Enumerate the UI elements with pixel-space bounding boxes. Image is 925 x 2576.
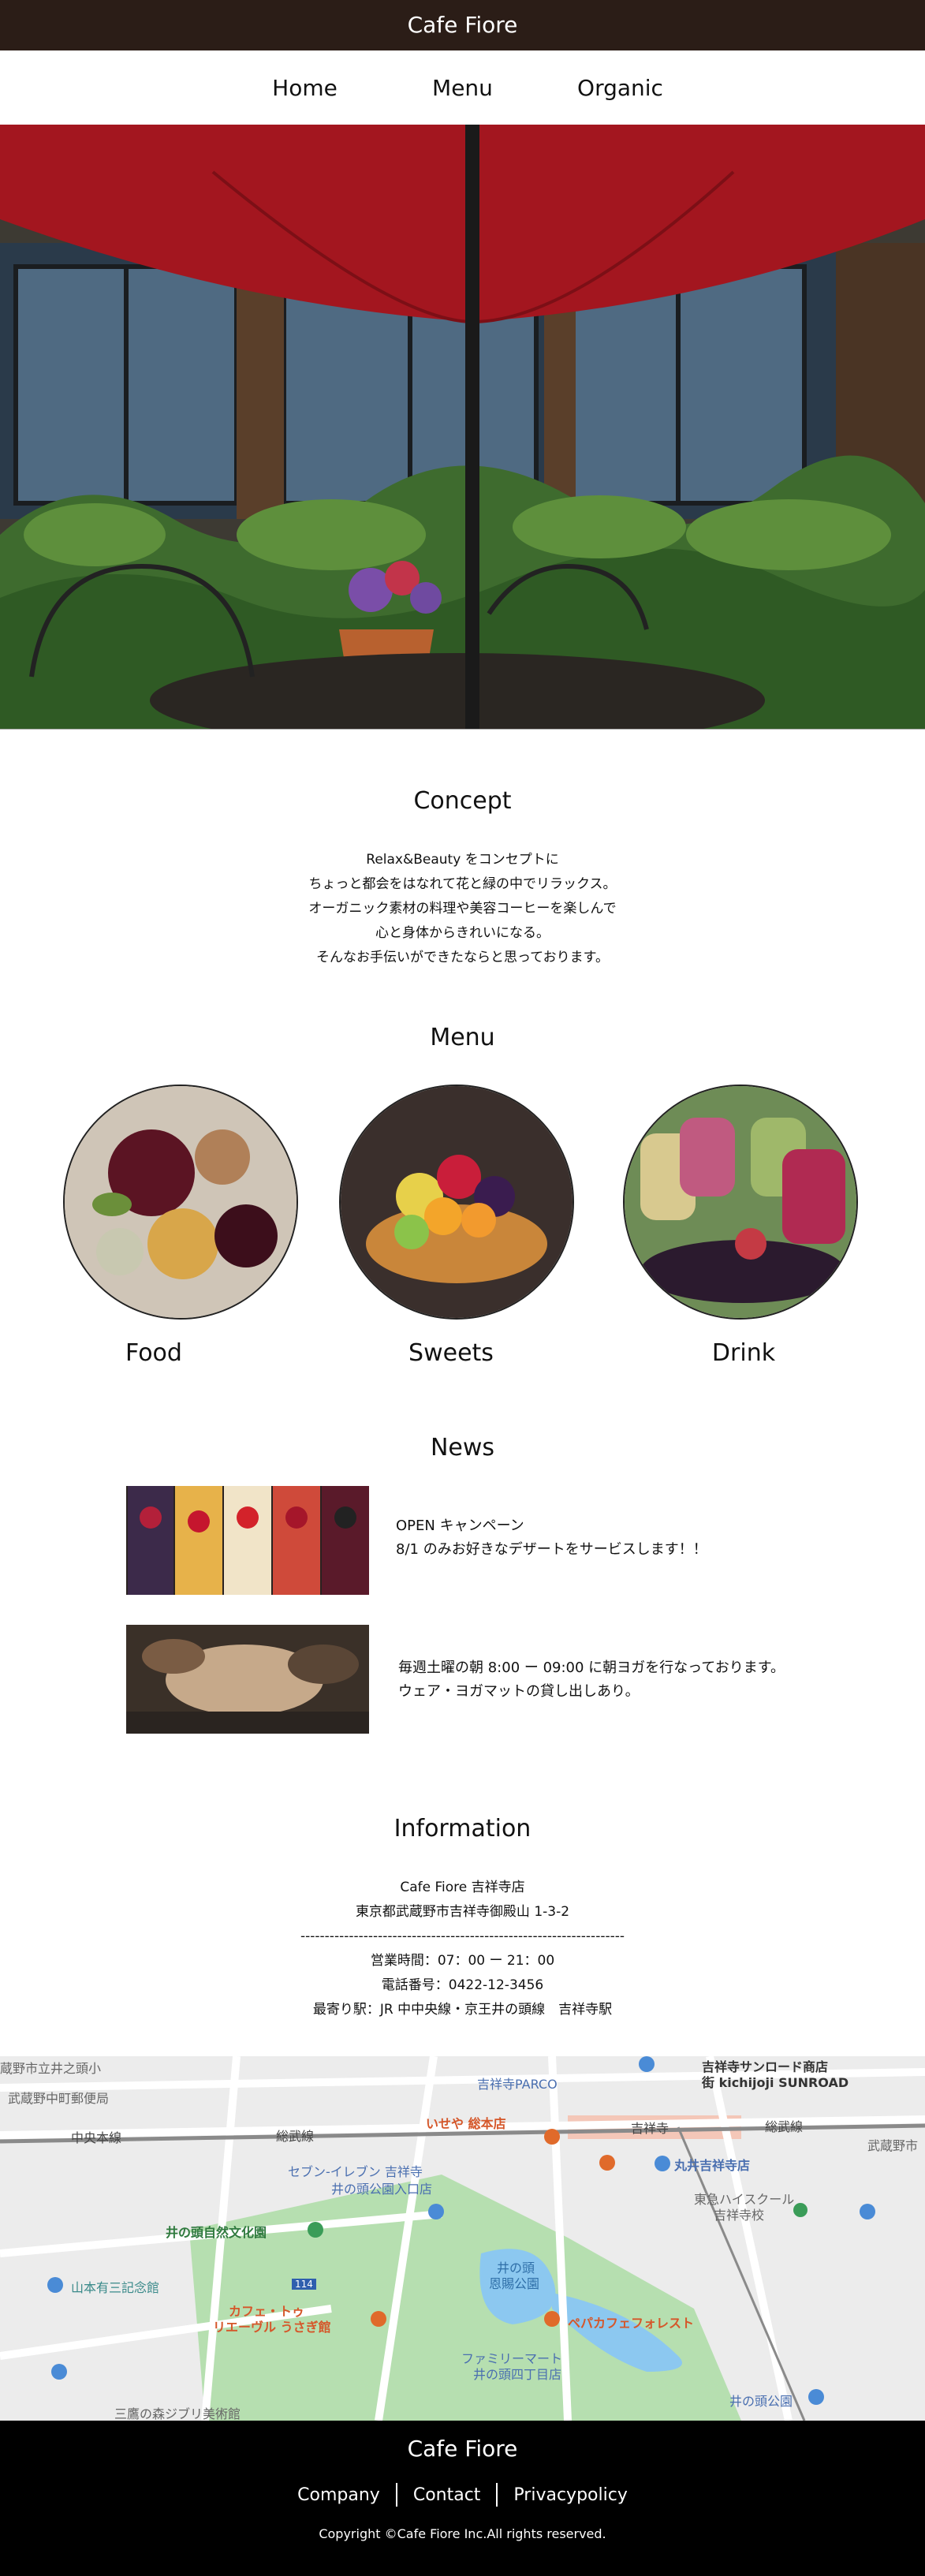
map-label: 山本有三記念館 (71, 2280, 160, 2295)
map-label: ペパカフェフォレスト (568, 2316, 695, 2331)
hero-image (0, 125, 925, 730)
map-label: 総武線 (276, 2129, 315, 2144)
concept-line: Relax&Beauty をコンセプトに (366, 852, 559, 868)
site-title[interactable]: Cafe Fiore (0, 0, 925, 50)
map-label: リエーヴル うさぎ館 (213, 2320, 331, 2335)
sweets-image[interactable] (339, 1085, 574, 1320)
store-address: 東京都武蔵野市吉祥寺御殿山 1-3-2 (355, 1904, 570, 1920)
phone-number: 電話番号：0422-12-3456 (381, 1977, 544, 1993)
news-item-2-line: 毎週土曜の朝 8:00 ー 09:00 に朝ヨガを行なっております。 (398, 1659, 785, 1676)
map-label: 蔵野市立井之頭小 (0, 2061, 102, 2076)
news-item-1-line: 8/1 のみお好きなデザートをサービスします！！ (396, 1541, 707, 1558)
news-item-1: OPEN キャンペーン 8/1 のみお好きなデザートをサービスします！！ (396, 1514, 707, 1562)
information-block: Cafe Fiore 吉祥寺店 東京都武蔵野市吉祥寺御殿山 1-3-2 ----… (0, 1876, 925, 2022)
copyright: Copyright ©Cafe Fiore Inc.All rights res… (319, 2526, 606, 2541)
map-label: 吉祥寺 (631, 2121, 670, 2136)
store-name: Cafe Fiore 吉祥寺店 (400, 1880, 525, 1895)
menu-item-food[interactable]: Food (35, 1339, 272, 1367)
food-image[interactable] (63, 1085, 298, 1320)
map-route-marker: 114 (292, 2279, 316, 2290)
nearest-station: 最寄り駅：JR 中中央線・京王井の頭線 吉祥寺駅 (312, 2002, 613, 2018)
news-item-2: 毎週土曜の朝 8:00 ー 09:00 に朝ヨガを行なっております。 ウェア・ヨ… (398, 1656, 785, 1704)
footer-links: Company Contact Privacypolicy (0, 2483, 925, 2507)
nav-home[interactable]: Home (226, 75, 384, 101)
footer-title: Cafe Fiore (407, 2436, 518, 2462)
news-yoga-image[interactable] (126, 1625, 369, 1734)
concept-title: Concept (413, 787, 512, 815)
map-label: 井の頭四丁目店 (473, 2367, 562, 2382)
footer-link-company[interactable]: Company (282, 2485, 396, 2505)
map-label: 井の頭公園入口店 (331, 2182, 433, 2197)
map[interactable]: 蔵野市立井之頭小 武蔵野中町郵便局 中央本線 総武線 吉祥寺PARCO 吉祥寺サ… (0, 2056, 925, 2421)
drink-image[interactable] (623, 1085, 858, 1320)
map-label: 武蔵野中町郵便局 (8, 2091, 110, 2106)
nav-menu[interactable]: Menu (384, 75, 542, 101)
map-label: 恩賜公園 (489, 2276, 540, 2291)
map-label: 丸井吉祥寺店 (674, 2158, 751, 2173)
business-hours: 営業時間：07：00 ー 21：00 (370, 1953, 555, 1969)
map-label: 中央本線 (71, 2130, 122, 2145)
concept-line: 心と身体からきれいになる。 (375, 925, 550, 941)
map-label: 吉祥寺PARCO (477, 2077, 558, 2092)
footer-link-contact[interactable]: Contact (397, 2485, 497, 2505)
concept-line: そんなお手伝いができたならと思っております。 (316, 950, 609, 965)
concept-text: Relax&Beauty をコンセプトに ちょっと都会をはなれて花と緑の中でリラ… (0, 848, 925, 970)
nav-organic[interactable]: Organic (542, 75, 699, 101)
map-label: 武蔵野市 (867, 2138, 919, 2153)
news-dessert-image[interactable] (126, 1486, 369, 1595)
menu-item-drink[interactable]: Drink (625, 1339, 862, 1367)
concept-line: ちょっと都会をはなれて花と緑の中でリラックス。 (308, 876, 617, 892)
map-label: 井の頭公園 (729, 2394, 793, 2409)
map-label: 三鷹の森ジブリ美術館 (114, 2406, 241, 2421)
news-title: News (430, 1434, 495, 1462)
news-item-2-line: ウェア・ヨガマットの貸し出しあり。 (398, 1683, 640, 1700)
map-label: セブン-イレブン 吉祥寺 (288, 2164, 423, 2179)
info-divider: ----------------------------------------… (300, 1928, 625, 1944)
map-label: 総武線 (765, 2119, 804, 2134)
news-item-1-line: OPEN キャンペーン (396, 1518, 524, 1534)
menu-item-sweets[interactable]: Sweets (333, 1339, 569, 1367)
concept-line: オーガニック素材の料理や美容コーヒーを楽しんで (308, 901, 617, 917)
map-label: いせや 総本店 (426, 2116, 506, 2131)
map-label: 井の頭自然文化園 (166, 2225, 267, 2240)
map-label: 街 kichijoji SUNROAD (702, 2075, 849, 2090)
information-title: Information (393, 1815, 532, 1842)
menu-title: Menu (430, 1024, 495, 1051)
map-label: 吉祥寺校 (714, 2208, 765, 2223)
footer-link-privacypolicy[interactable]: Privacypolicy (498, 2485, 643, 2505)
main-nav: Home Menu Organic (0, 50, 925, 125)
